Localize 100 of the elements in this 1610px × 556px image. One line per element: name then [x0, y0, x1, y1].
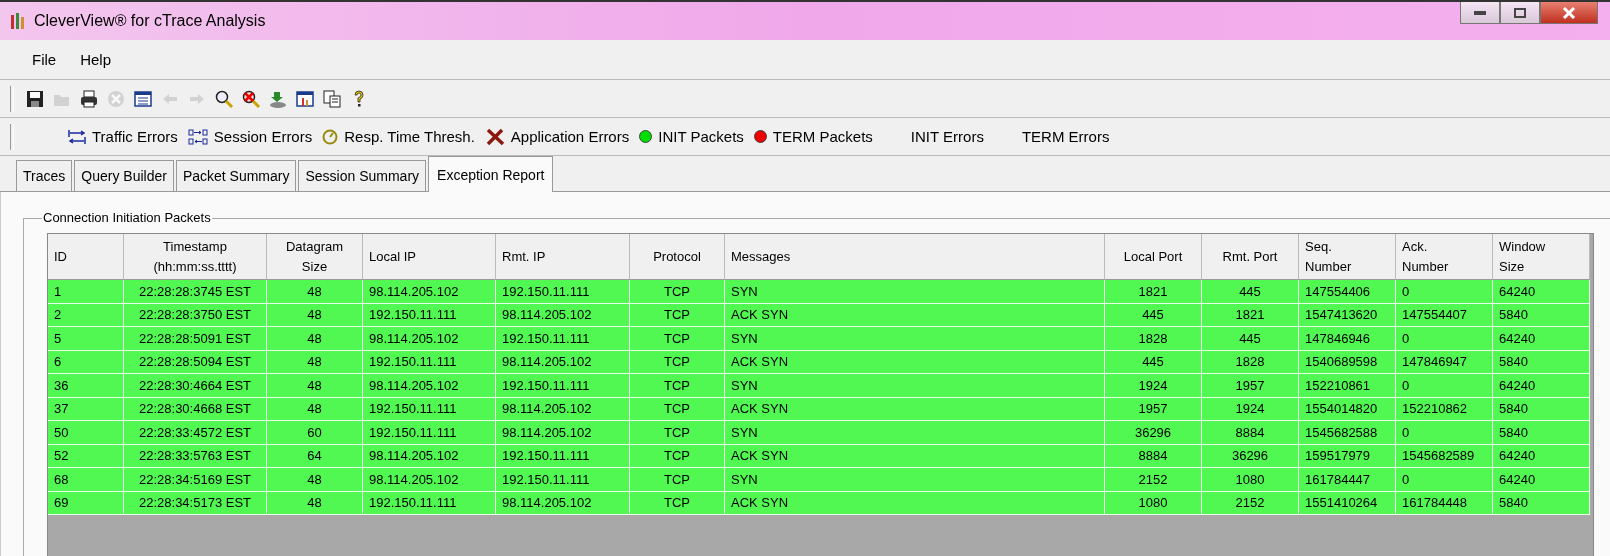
tab[interactable]: Traces [16, 160, 73, 191]
table-cell: 1545682588 [1299, 421, 1396, 445]
column-header[interactable]: Rmt. Port [1202, 234, 1299, 280]
table-cell: TCP [630, 303, 725, 327]
table-cell: 6 [48, 350, 124, 374]
table-cell: 1080 [1105, 491, 1202, 515]
table-cell: 5 [48, 327, 124, 351]
table-cell: 5840 [1493, 350, 1590, 374]
maximize-icon [1514, 7, 1526, 18]
table-cell: 152210862 [1396, 397, 1493, 421]
minimize-button[interactable] [1460, 2, 1500, 24]
tab[interactable]: Exception Report [428, 156, 554, 192]
table-cell: 445 [1105, 303, 1202, 327]
table-cell: 36296 [1202, 444, 1299, 468]
table-cell: 68 [48, 468, 124, 492]
window-title: CleverView® for cTrace Analysis [34, 12, 266, 30]
column-header[interactable]: ID [48, 234, 124, 280]
table-cell: 1821 [1105, 280, 1202, 304]
column-header[interactable]: Rmt. IP [496, 234, 630, 280]
clock-icon [322, 128, 339, 145]
table-cell: 147554407 [1396, 303, 1493, 327]
table-cell: ACK SYN [725, 444, 1105, 468]
tab[interactable]: Query Builder [74, 160, 174, 191]
table-cell: 98.114.205.102 [496, 491, 630, 515]
filter-toggle[interactable]: Resp. Time Thresh. [318, 128, 479, 145]
table-cell: 22:28:33:5763 EST [124, 444, 267, 468]
table-cell: SYN [725, 421, 1105, 445]
table-cell: 192.150.11.111 [496, 468, 630, 492]
column-header[interactable]: Seq. Number [1299, 234, 1396, 280]
table-cell: 1828 [1105, 327, 1202, 351]
table-cell: 1828 [1202, 350, 1299, 374]
table-cell: 98.114.205.102 [363, 468, 496, 492]
table-cell: 1554014820 [1299, 397, 1396, 421]
column-header[interactable]: Local Port [1105, 234, 1202, 280]
group-title: Connection Initiation Packets [42, 210, 212, 225]
table-cell: ACK SYN [725, 350, 1105, 374]
table-cell: 1551410264 [1299, 491, 1396, 515]
table-cell: 22:28:28:3745 EST [124, 280, 267, 304]
column-header[interactable]: Messages [725, 234, 1105, 280]
table-cell: 48 [267, 350, 363, 374]
column-header[interactable]: Window Size [1493, 234, 1590, 280]
table-cell: 37 [48, 397, 124, 421]
table-cell: TCP [630, 280, 725, 304]
table-cell: ACK SYN [725, 303, 1105, 327]
swap-arrows-icon [187, 128, 208, 145]
tab[interactable]: Session Summary [298, 160, 427, 191]
app-icon [10, 11, 26, 31]
maximize-button[interactable] [1500, 2, 1540, 24]
filter-toggle[interactable]: Session Errors [183, 128, 317, 145]
table-cell: 445 [1202, 327, 1299, 351]
column-header[interactable]: Protocol [630, 234, 725, 280]
column-header[interactable]: Ack. Number [1396, 234, 1493, 280]
table-cell: ACK SYN [725, 397, 1105, 421]
table-cell: 64240 [1493, 280, 1590, 304]
table-cell: 2152 [1202, 491, 1299, 515]
column-header[interactable]: Local IP [363, 234, 496, 280]
filter-toggle[interactable]: INIT Packets [635, 128, 748, 145]
table-cell: 147846946 [1299, 327, 1396, 351]
table-cell: 98.114.205.102 [496, 303, 630, 327]
table-cell: 98.114.205.102 [496, 421, 630, 445]
table-cell: 1 [48, 280, 124, 304]
table-cell: 192.150.11.111 [496, 444, 630, 468]
table-cell: TCP [630, 491, 725, 515]
table-cell: 36296 [1105, 421, 1202, 445]
filter-toggle[interactable]: Traffic Errors [64, 128, 182, 145]
column-header[interactable]: Datagram Size [267, 234, 363, 280]
table-cell: 22:28:34:5169 EST [124, 468, 267, 492]
table-cell: 22:28:28:5094 EST [124, 350, 267, 374]
table-cell: 8884 [1105, 444, 1202, 468]
filter-toggle[interactable]: TERM Packets [749, 128, 877, 145]
table-cell: 1545682589 [1396, 444, 1493, 468]
table-cell: 152210861 [1299, 374, 1396, 398]
table-cell: 192.150.11.111 [496, 280, 630, 304]
menu-item[interactable]: Help [80, 51, 112, 68]
table-cell: 161784447 [1299, 468, 1396, 492]
table-cell: 48 [267, 303, 363, 327]
table-cell: TCP [630, 444, 725, 468]
table-cell: 48 [267, 327, 363, 351]
table-cell: SYN [725, 468, 1105, 492]
table-cell: SYN [725, 374, 1105, 398]
table-cell: 48 [267, 397, 363, 421]
table-cell: 22:28:30:4664 EST [124, 374, 267, 398]
table-cell: 5840 [1493, 397, 1590, 421]
table-cell: 2152 [1105, 468, 1202, 492]
table-cell: 52 [48, 444, 124, 468]
filter-toggle[interactable]: TERM Errors [989, 128, 1114, 145]
menu-item[interactable]: File [32, 51, 57, 68]
table-cell: 192.150.11.111 [363, 350, 496, 374]
table-cell: 147554406 [1299, 280, 1396, 304]
close-button[interactable] [1540, 2, 1598, 24]
column-header[interactable]: Timestamp (hh:mm:ss.tttt) [124, 234, 267, 280]
arrows-bar-icon [68, 128, 86, 145]
tab[interactable]: Packet Summary [175, 160, 297, 191]
table-cell: 22:28:33:4572 EST [124, 421, 267, 445]
filter-toggle[interactable]: Application Errors [480, 127, 634, 146]
table-cell: 192.150.11.111 [496, 374, 630, 398]
table-cell: 159517979 [1299, 444, 1396, 468]
filter-toggle[interactable]: INIT Errors [878, 128, 988, 145]
table-cell: 64240 [1493, 468, 1590, 492]
table-cell: 5840 [1493, 491, 1590, 515]
